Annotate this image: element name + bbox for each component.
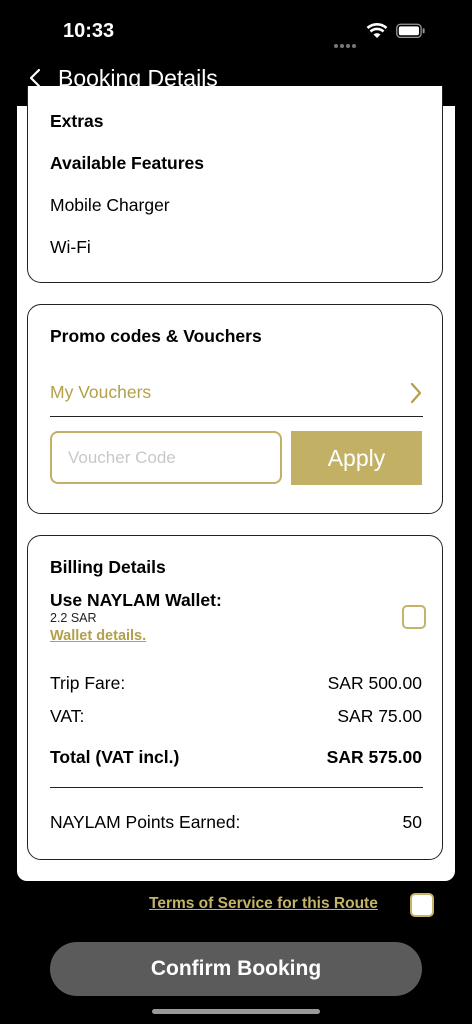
total-label: Total (VAT incl.) xyxy=(50,747,180,767)
promo-title: Promo codes & Vouchers xyxy=(50,326,262,346)
divider xyxy=(50,787,423,788)
apply-button[interactable]: Apply xyxy=(291,431,422,485)
chevron-right-icon[interactable] xyxy=(408,381,424,405)
trip-fare-value: SAR 500.00 xyxy=(327,673,422,693)
vat-label: VAT: xyxy=(50,706,85,726)
wallet-details-link[interactable]: Wallet details. xyxy=(50,628,146,644)
points-earned-value: 50 xyxy=(402,812,422,832)
terms-checkbox[interactable] xyxy=(410,893,434,917)
total-value: SAR 575.00 xyxy=(326,747,422,767)
wifi-icon xyxy=(366,23,388,38)
my-vouchers-row[interactable]: My Vouchers xyxy=(50,371,424,415)
wallet-label: Use NAYLAM Wallet: xyxy=(50,590,222,610)
feature-item: Mobile Charger xyxy=(50,195,170,215)
status-time: 10:33 xyxy=(63,20,115,42)
booking-details-sheet: Extras Available Features Mobile Charger… xyxy=(17,86,455,881)
promo-card: Promo codes & Vouchers My Vouchers Apply xyxy=(27,304,443,514)
voucher-code-input[interactable] xyxy=(50,431,282,484)
billing-title: Billing Details xyxy=(50,557,166,577)
my-vouchers-label: My Vouchers xyxy=(50,382,152,402)
points-earned-label: NAYLAM Points Earned: xyxy=(50,812,241,832)
billing-card: Billing Details Use NAYLAM Wallet: 2.2 S… xyxy=(27,535,443,860)
vat-value: SAR 75.00 xyxy=(337,706,422,726)
available-features-title: Available Features xyxy=(50,153,205,173)
status-bar: 10:33 xyxy=(0,0,472,60)
trip-fare-label: Trip Fare: xyxy=(50,673,126,693)
home-indicator xyxy=(152,1009,320,1014)
divider xyxy=(50,416,423,417)
extras-title: Extras xyxy=(50,111,104,131)
wallet-checkbox[interactable] xyxy=(402,605,426,629)
extras-card: Extras Available Features Mobile Charger… xyxy=(27,86,443,283)
wallet-amount: 2.2 SAR xyxy=(50,611,97,625)
terms-of-service-link[interactable]: Terms of Service for this Route xyxy=(149,895,378,913)
feature-item: Wi-Fi xyxy=(50,237,91,257)
cellular-signal-icon xyxy=(334,35,360,48)
confirm-booking-button[interactable]: Confirm Booking xyxy=(50,942,422,996)
battery-icon xyxy=(396,23,425,39)
